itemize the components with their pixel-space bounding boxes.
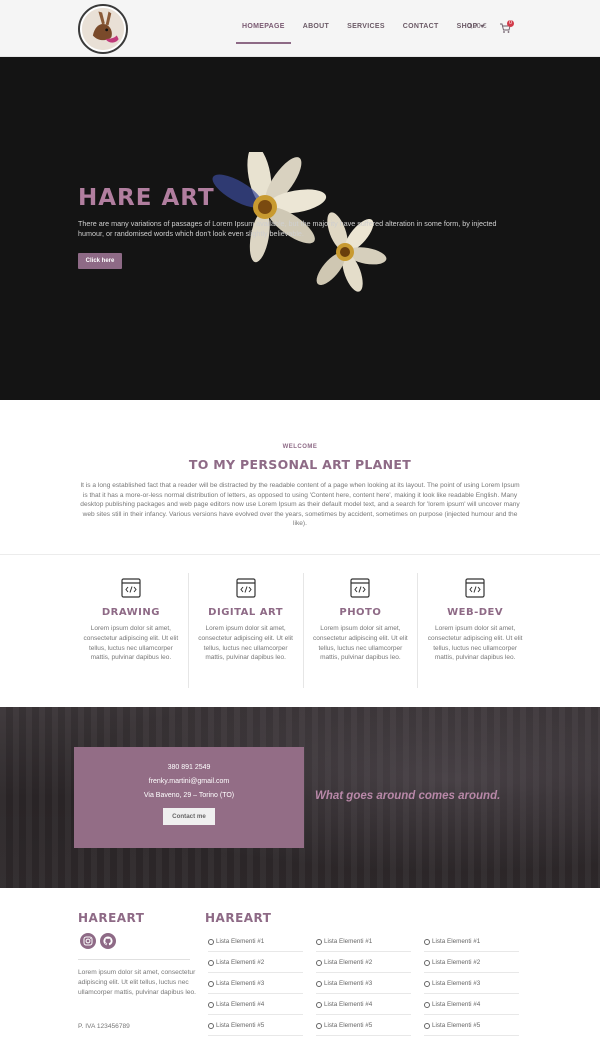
contact-address: Via Baveno, 29 – Torino (TO)	[143, 792, 235, 799]
list-item[interactable]: Lista Elementi #4	[424, 994, 519, 1015]
cart-count-badge: 0	[507, 20, 514, 27]
footer-brand: HAREART	[78, 911, 145, 925]
services-row: DRAWING Lorem ipsum dolor sit amet, cons…	[74, 573, 532, 688]
list-item[interactable]: Lista Elementi #2	[424, 952, 519, 973]
service-title: DRAWING	[101, 607, 160, 618]
footer-list-1: Lista Elementi #1 Lista Elementi #2 List…	[208, 931, 303, 1036]
service-digital-art: DIGITAL ART Lorem ipsum dolor sit amet, …	[187, 573, 303, 688]
contact-banner: 380 891 2549 frenky.martini@gmail.com Vi…	[0, 707, 600, 888]
welcome-text: It is a long established fact that a rea…	[80, 482, 520, 528]
banner-tagline: What goes around comes around.	[315, 790, 501, 802]
site-logo[interactable]	[78, 4, 128, 54]
nav-contact[interactable]: CONTACT	[403, 18, 439, 38]
service-title: PHOTO	[339, 607, 382, 618]
hero-title: HARE ART	[78, 185, 215, 211]
service-title: WEB-DEV	[447, 607, 504, 618]
service-drawing: DRAWING Lorem ipsum dolor sit amet, cons…	[74, 573, 188, 688]
list-item[interactable]: Lista Elementi #5	[424, 1015, 519, 1036]
footer-list-3: Lista Elementi #1 Lista Elementi #2 List…	[424, 931, 519, 1036]
instagram-link[interactable]	[80, 933, 96, 949]
service-text: Lorem ipsum dolor sit amet, consectetur …	[313, 625, 408, 662]
code-window-icon	[236, 578, 256, 598]
contact-me-button[interactable]: Contact me	[163, 808, 215, 825]
footer-vat: P. IVA 123456789	[78, 1023, 130, 1030]
footer-list-title: HAREART	[205, 911, 272, 925]
contact-box: 380 891 2549 frenky.martini@gmail.com Vi…	[74, 747, 304, 848]
instagram-icon	[83, 936, 93, 946]
nav-about[interactable]: ABOUT	[303, 18, 329, 38]
list-item[interactable]: Lista Elementi #4	[208, 994, 303, 1015]
service-title: DIGITAL ART	[208, 607, 284, 618]
list-item[interactable]: Lista Elementi #5	[316, 1015, 411, 1036]
service-text: Lorem ipsum dolor sit amet, consectetur …	[427, 625, 523, 662]
code-window-icon	[465, 578, 485, 598]
list-item[interactable]: Lista Elementi #4	[316, 994, 411, 1015]
code-window-icon	[350, 578, 370, 598]
section-divider	[0, 554, 600, 555]
service-text: Lorem ipsum dolor sit amet, consectetur …	[198, 625, 293, 662]
footer-text: Lorem ipsum dolor sit amet, consectetur …	[78, 969, 197, 996]
footer-list-2: Lista Elementi #1 Lista Elementi #2 List…	[316, 931, 411, 1036]
contact-phone: 380 891 2549	[167, 764, 211, 771]
github-link[interactable]	[100, 933, 116, 949]
service-photo: PHOTO Lorem ipsum dolor sit amet, consec…	[302, 573, 418, 688]
nav-homepage[interactable]: HOMEPAGE	[236, 18, 291, 44]
cart-total[interactable]: 0,00 €	[467, 23, 486, 30]
service-text: Lorem ipsum dolor sit amet, consectetur …	[83, 625, 179, 662]
list-item[interactable]: Lista Elementi #3	[424, 973, 519, 994]
hare-logo-icon	[81, 7, 125, 51]
hero-cta-button[interactable]: Click here	[78, 253, 122, 269]
contact-email[interactable]: frenky.martini@gmail.com	[74, 777, 304, 786]
list-item[interactable]: Lista Elementi #5	[208, 1015, 303, 1036]
list-item[interactable]: Lista Elementi #2	[208, 952, 303, 973]
footer-divider	[78, 959, 190, 960]
site-header: HOMEPAGE ABOUT SERVICES CONTACT SHOP ▾ 0,…	[0, 0, 600, 57]
welcome-kicker: WELCOME	[282, 444, 318, 450]
list-item[interactable]: Lista Elementi #2	[316, 952, 411, 973]
list-item[interactable]: Lista Elementi #3	[208, 973, 303, 994]
welcome-title: TO MY PERSONAL ART PLANET	[188, 457, 412, 472]
hero-section: HARE ART There are many variations of pa…	[0, 57, 600, 400]
list-item[interactable]: Lista Elementi #1	[424, 931, 519, 952]
nav-services[interactable]: SERVICES	[347, 18, 385, 38]
list-item[interactable]: Lista Elementi #3	[316, 973, 411, 994]
github-icon	[103, 936, 113, 946]
code-window-icon	[121, 578, 141, 598]
list-item[interactable]: Lista Elementi #1	[208, 931, 303, 952]
list-item[interactable]: Lista Elementi #1	[316, 931, 411, 952]
main-nav: HOMEPAGE ABOUT SERVICES CONTACT SHOP ▾	[236, 18, 502, 44]
service-web-dev: WEB-DEV Lorem ipsum dolor sit amet, cons…	[417, 573, 532, 688]
hero-text: There are many variations of passages of…	[78, 219, 497, 238]
